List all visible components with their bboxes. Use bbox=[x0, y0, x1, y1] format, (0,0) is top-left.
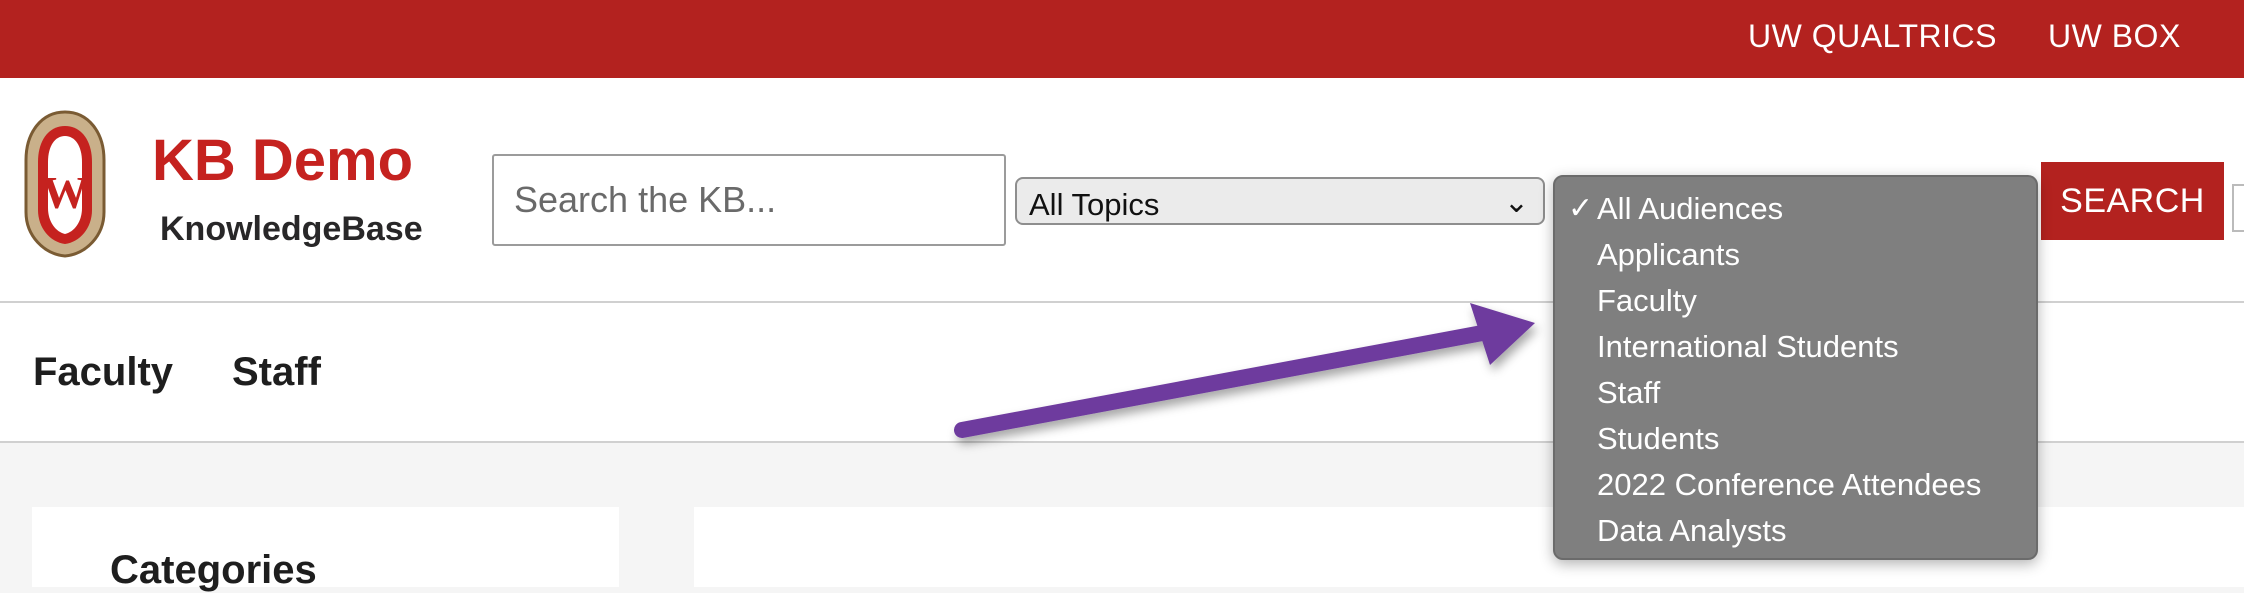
dropdown-option-students[interactable]: Students bbox=[1597, 421, 1719, 457]
dropdown-option-2022-conference-attendees[interactable]: 2022 Conference Attendees bbox=[1597, 467, 1981, 503]
nav-item-faculty[interactable]: Faculty bbox=[33, 350, 173, 395]
dropdown-option-all-audiences[interactable]: All Audiences bbox=[1597, 191, 1783, 227]
svg-text:W: W bbox=[42, 167, 88, 218]
site-subtitle: KnowledgeBase bbox=[160, 210, 423, 248]
uw-box-link[interactable]: UW BOX bbox=[2048, 18, 2181, 55]
uw-crest-logo[interactable]: W bbox=[22, 108, 108, 260]
dropdown-option-staff[interactable]: Staff bbox=[1597, 375, 1660, 411]
search-input[interactable] bbox=[492, 154, 1006, 246]
top-bar: UW QUALTRICS UW BOX bbox=[0, 0, 2244, 78]
uw-qualtrics-link[interactable]: UW QUALTRICS bbox=[1748, 18, 1997, 55]
dropdown-option-applicants[interactable]: Applicants bbox=[1597, 237, 1740, 273]
topic-select-value: All Topics bbox=[1029, 187, 1160, 222]
chevron-down-icon: ⌄ bbox=[1503, 186, 1529, 219]
checkmark-icon: ✓ bbox=[1568, 192, 1594, 225]
search-button[interactable]: SEARCH bbox=[2041, 162, 2224, 240]
nav-item-staff[interactable]: Staff bbox=[232, 350, 321, 395]
dropdown-option-faculty[interactable]: Faculty bbox=[1597, 283, 1697, 319]
clipped-control[interactable] bbox=[2232, 184, 2244, 232]
site-title[interactable]: KB Demo bbox=[152, 132, 413, 190]
audience-dropdown[interactable]: ✓ All Audiences Applicants Faculty Inter… bbox=[1553, 175, 2038, 560]
dropdown-option-data-analysts[interactable]: Data Analysts bbox=[1597, 513, 1787, 549]
dropdown-option-international-students[interactable]: International Students bbox=[1597, 329, 1899, 365]
topic-select[interactable]: All Topics ⌄ bbox=[1015, 177, 1545, 225]
categories-heading: Categories bbox=[110, 548, 317, 592]
